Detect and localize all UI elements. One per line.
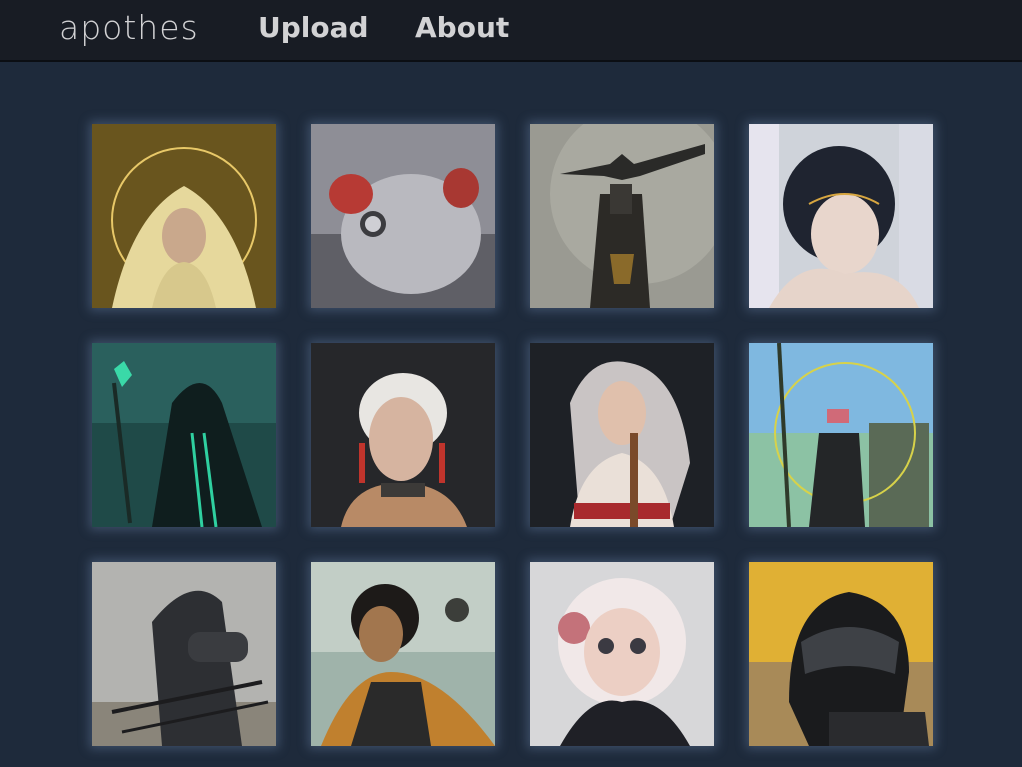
artwork-thumbnail — [92, 124, 276, 308]
artwork-thumbnail — [92, 343, 276, 527]
brand-logo-link[interactable]: apothes — [59, 8, 199, 47]
artwork-thumbnail — [311, 124, 495, 308]
artwork-thumbnail — [530, 343, 714, 527]
artwork-thumbnail — [749, 343, 933, 527]
gallery-tile[interactable] — [749, 343, 933, 527]
gallery-tile[interactable] — [92, 343, 276, 527]
gallery-tile[interactable] — [530, 124, 714, 308]
gallery-tile[interactable] — [311, 343, 495, 527]
image-gallery — [0, 64, 1022, 767]
artwork-thumbnail — [749, 562, 933, 746]
artwork-thumbnail — [311, 343, 495, 527]
artwork-thumbnail — [749, 124, 933, 308]
nav-about-link[interactable]: About — [415, 11, 509, 44]
gallery-tile[interactable] — [530, 343, 714, 527]
top-navbar: apothes Upload About — [0, 0, 1022, 62]
artwork-thumbnail — [530, 124, 714, 308]
gallery-tile[interactable] — [530, 562, 714, 746]
nav-upload-link[interactable]: Upload — [258, 11, 369, 44]
artwork-thumbnail — [530, 562, 714, 746]
gallery-tile[interactable] — [749, 124, 933, 308]
gallery-tile[interactable] — [311, 562, 495, 746]
artwork-thumbnail — [311, 562, 495, 746]
artwork-thumbnail — [92, 562, 276, 746]
gallery-tile[interactable] — [749, 562, 933, 746]
gallery-tile[interactable] — [92, 562, 276, 746]
gallery-tile[interactable] — [92, 124, 276, 308]
gallery-tile[interactable] — [311, 124, 495, 308]
